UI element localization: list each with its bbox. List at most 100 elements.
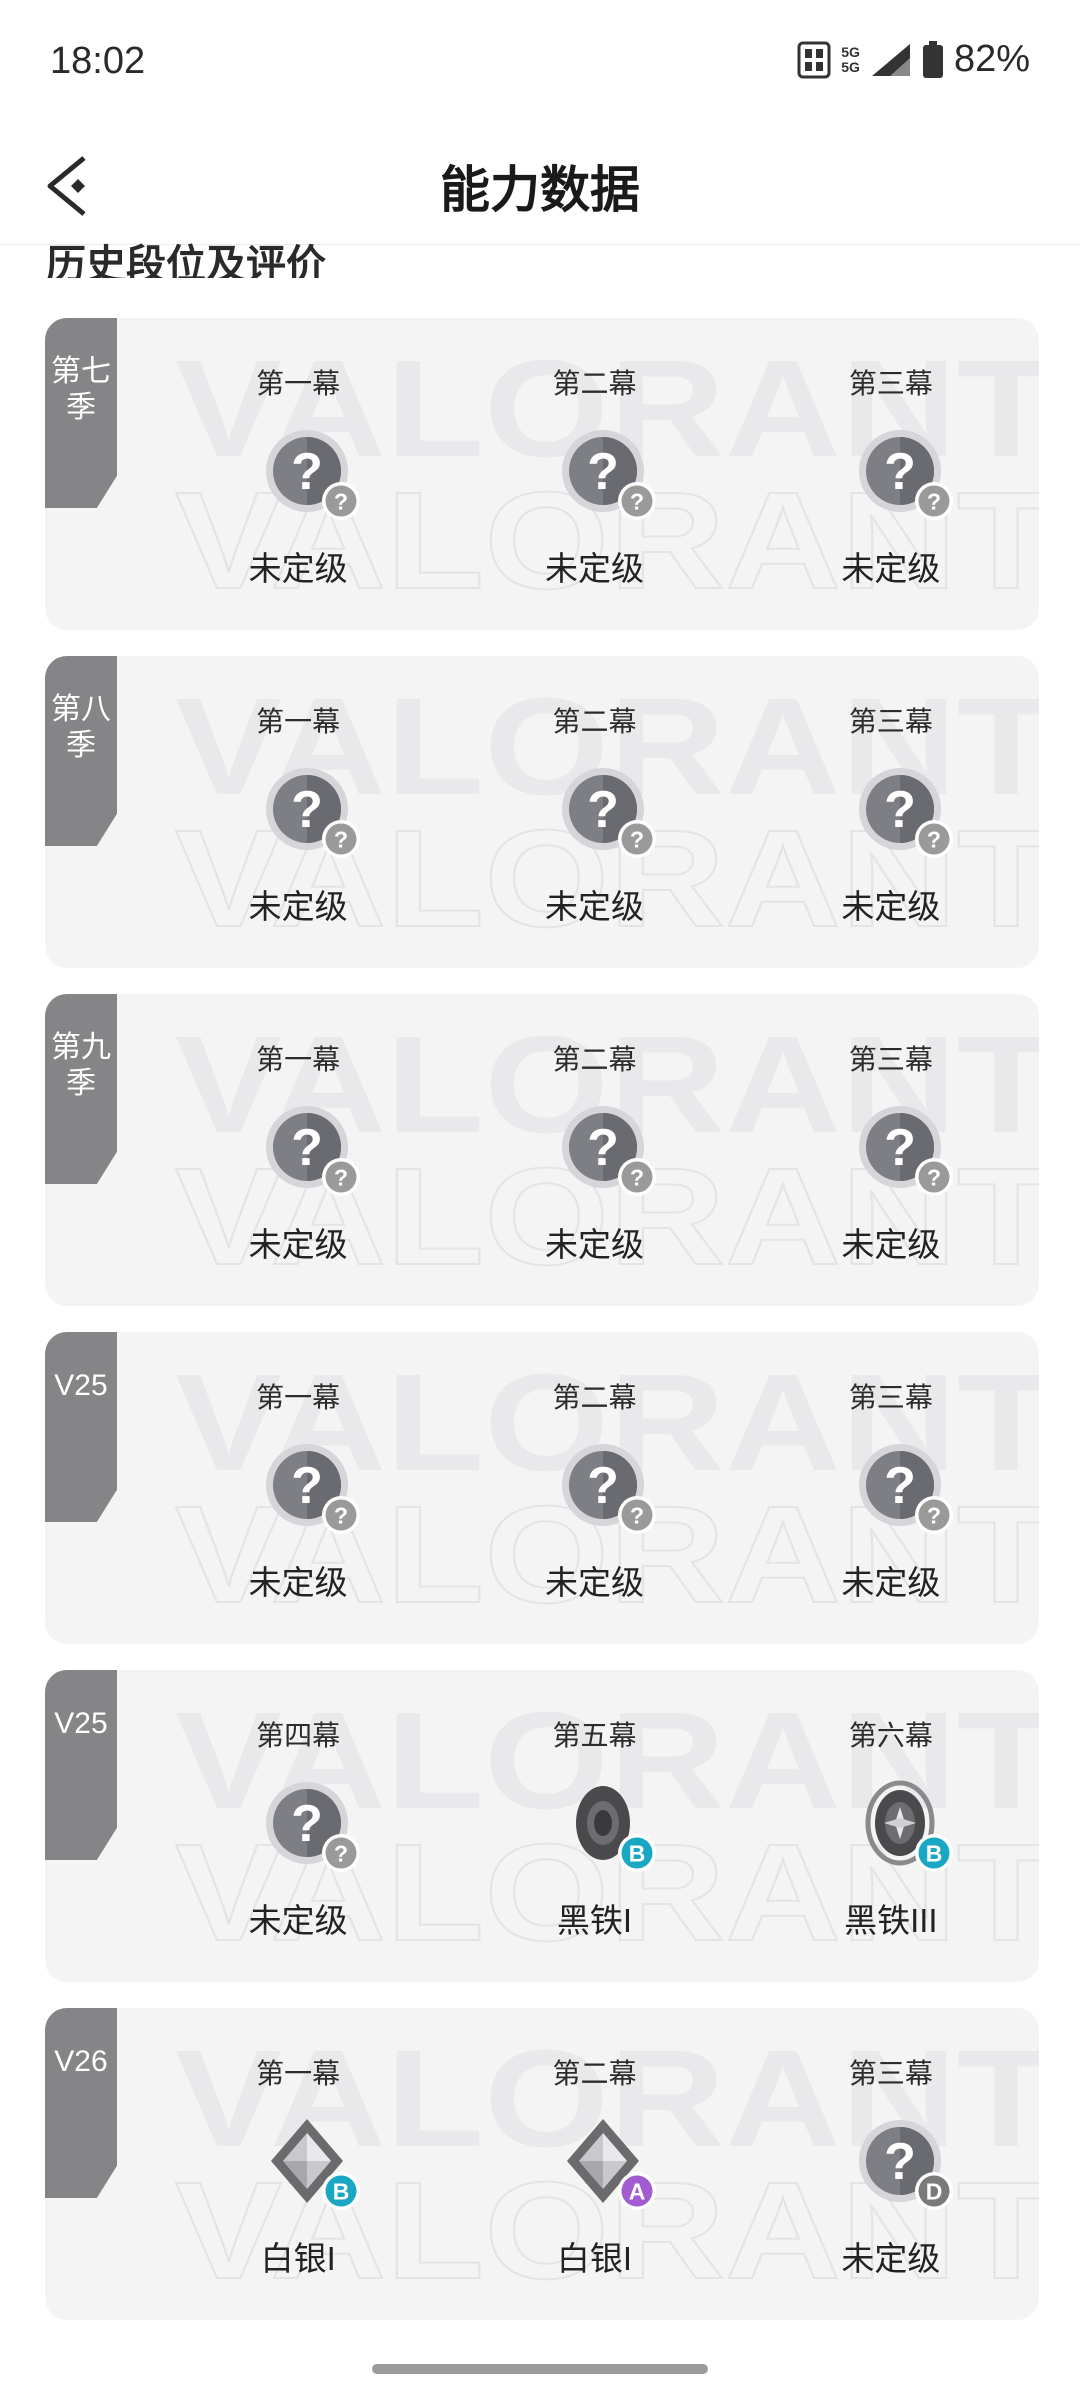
rank-name: 白银I <box>260 2240 336 2277</box>
act-item[interactable]: 第一幕?? 未定级 <box>150 994 446 1306</box>
act-list: 第一幕?? 未定级 第二幕?? 未定级 第三幕?? 未定级 <box>150 994 1039 1306</box>
rank-name: 未定级 <box>248 1226 348 1263</box>
act-item[interactable]: 第一幕?? 未定级 <box>150 318 446 630</box>
act-label: 第一幕 <box>256 368 341 399</box>
act-item[interactable]: 第三幕?? 未定级 <box>743 656 1039 968</box>
act-label: 第三幕 <box>848 1382 933 1413</box>
unranked-rank-icon: ? D <box>838 2103 968 2223</box>
status-bar: 18:02 5G 5G 82% <box>0 0 1080 130</box>
svg-text:?: ? <box>587 1119 619 1177</box>
act-label: 第一幕 <box>256 2058 341 2089</box>
act-item[interactable]: 第三幕?? 未定级 <box>743 318 1039 630</box>
act-list: 第一幕 B 白银I 第二幕 A 白银I 第三幕 ? D 未定级 <box>150 2008 1039 2320</box>
svg-text:?: ? <box>291 781 323 839</box>
status-time: 18:02 <box>50 40 146 82</box>
act-label: 第二幕 <box>552 706 637 737</box>
unranked-rank-icon: ?? <box>838 1427 968 1547</box>
act-item[interactable]: 第五幕 B 黑铁I <box>446 1670 742 1982</box>
act-item[interactable]: 第二幕 A 白银I <box>446 2008 742 2320</box>
rank-name: 未定级 <box>841 1226 941 1263</box>
act-list: 第一幕?? 未定级 第二幕?? 未定级 第三幕?? 未定级 <box>150 318 1039 630</box>
rank-name: 未定级 <box>544 550 644 587</box>
iron-1-rank-icon: B <box>541 1765 671 1885</box>
nav-bar: 能力数据 <box>0 130 1080 245</box>
rank-name: 未定级 <box>544 1564 644 1601</box>
act-item[interactable]: 第一幕 B 白银I <box>150 2008 446 2320</box>
act-label: 第一幕 <box>256 1044 341 1075</box>
rank-name: 未定级 <box>544 888 644 925</box>
silver-1-rank-icon: B <box>245 2103 375 2223</box>
rank-name: 未定级 <box>544 1226 644 1263</box>
season-tag: 第九季 <box>45 994 117 1184</box>
unranked-rank-icon: ?? <box>541 751 671 871</box>
act-label: 第三幕 <box>848 706 933 737</box>
rank-name: 未定级 <box>841 2240 941 2277</box>
act-item[interactable]: 第三幕?? 未定级 <box>743 1332 1039 1644</box>
act-label: 第二幕 <box>552 368 637 399</box>
svg-text:?: ? <box>630 1503 644 1529</box>
rank-name: 未定级 <box>248 550 348 587</box>
act-item[interactable]: 第一幕?? 未定级 <box>150 656 446 968</box>
unranked-rank-icon: ?? <box>541 413 671 533</box>
signal-icon <box>871 43 910 76</box>
season-card-list: VALORANT VALORANT 第七季 第一幕?? 未定级 第二幕?? 未定级 第三幕??… <box>45 318 1039 2346</box>
act-label: 第二幕 <box>552 2058 637 2089</box>
rank-name: 白银I <box>556 2240 633 2277</box>
home-indicator[interactable] <box>372 2364 708 2374</box>
svg-text:?: ? <box>884 1457 916 1515</box>
season-tag: 第七季 <box>45 318 117 508</box>
act-label: 第三幕 <box>848 1044 933 1075</box>
rank-name: 未定级 <box>841 888 941 925</box>
svg-text:?: ? <box>927 1503 941 1529</box>
svg-text:D: D <box>925 2179 942 2205</box>
act-item[interactable]: 第四幕?? 未定级 <box>150 1670 446 1982</box>
act-item[interactable]: 第二幕?? 未定级 <box>446 318 742 630</box>
unranked-rank-icon: ?? <box>245 1765 375 1885</box>
rank-name: 未定级 <box>841 1564 941 1601</box>
season-tag: V25 <box>45 1332 117 1522</box>
act-label: 第二幕 <box>552 1382 637 1413</box>
svg-text:?: ? <box>291 1795 323 1853</box>
act-item[interactable]: 第一幕?? 未定级 <box>150 1332 446 1644</box>
act-item[interactable]: 第二幕?? 未定级 <box>446 656 742 968</box>
act-label: 第五幕 <box>552 1720 637 1751</box>
svg-text:?: ? <box>291 1119 323 1177</box>
act-list: 第一幕?? 未定级 第二幕?? 未定级 第三幕?? 未定级 <box>150 656 1039 968</box>
silver-1-rank-icon: A <box>541 2103 671 2223</box>
svg-text:?: ? <box>630 827 644 853</box>
svg-text:?: ? <box>927 1165 941 1191</box>
battery-icon <box>922 40 943 78</box>
act-item[interactable]: 第二幕?? 未定级 <box>446 1332 742 1644</box>
act-item[interactable]: 第三幕 ? D 未定级 <box>743 2008 1039 2320</box>
iron-3-rank-icon: B <box>838 1765 968 1885</box>
svg-text:?: ? <box>291 1457 323 1515</box>
hd-icon <box>797 41 831 78</box>
unranked-rank-icon: ?? <box>838 1089 968 1209</box>
unranked-rank-icon: ?? <box>838 751 968 871</box>
unranked-rank-icon: ?? <box>838 413 968 533</box>
season-card: VALORANT VALORANT 第九季 第一幕?? 未定级 第二幕?? 未定级 第三幕??… <box>45 994 1039 1306</box>
rank-name: 未定级 <box>841 550 941 587</box>
svg-text:?: ? <box>334 1841 348 1867</box>
svg-text:?: ? <box>587 1457 619 1515</box>
act-item[interactable]: 第三幕?? 未定级 <box>743 994 1039 1306</box>
season-tag: V25 <box>45 1670 117 1860</box>
rank-name: 黑铁III <box>844 1902 938 1939</box>
act-label: 第三幕 <box>848 2058 933 2089</box>
svg-text:?: ? <box>334 1503 348 1529</box>
svg-text:?: ? <box>334 827 348 853</box>
rank-name: 未定级 <box>248 1564 348 1601</box>
act-label: 第一幕 <box>256 1382 341 1413</box>
act-item[interactable]: 第六幕 B 黑铁III <box>743 1670 1039 1982</box>
unranked-rank-icon: ?? <box>245 413 375 533</box>
svg-text:B: B <box>925 1841 942 1867</box>
svg-text:?: ? <box>291 443 323 501</box>
rank-name: 黑铁I <box>556 1902 633 1939</box>
svg-text:?: ? <box>884 443 916 501</box>
act-item[interactable]: 第二幕?? 未定级 <box>446 994 742 1306</box>
unranked-rank-icon: ?? <box>245 751 375 871</box>
season-card: VALORANT VALORANT V25 第四幕?? 未定级 第五幕 B 黑铁I 第六幕 B 黑铁… <box>45 1670 1039 1982</box>
svg-text:?: ? <box>334 489 348 515</box>
season-tag: V26 <box>45 2008 117 2198</box>
svg-text:?: ? <box>587 781 619 839</box>
